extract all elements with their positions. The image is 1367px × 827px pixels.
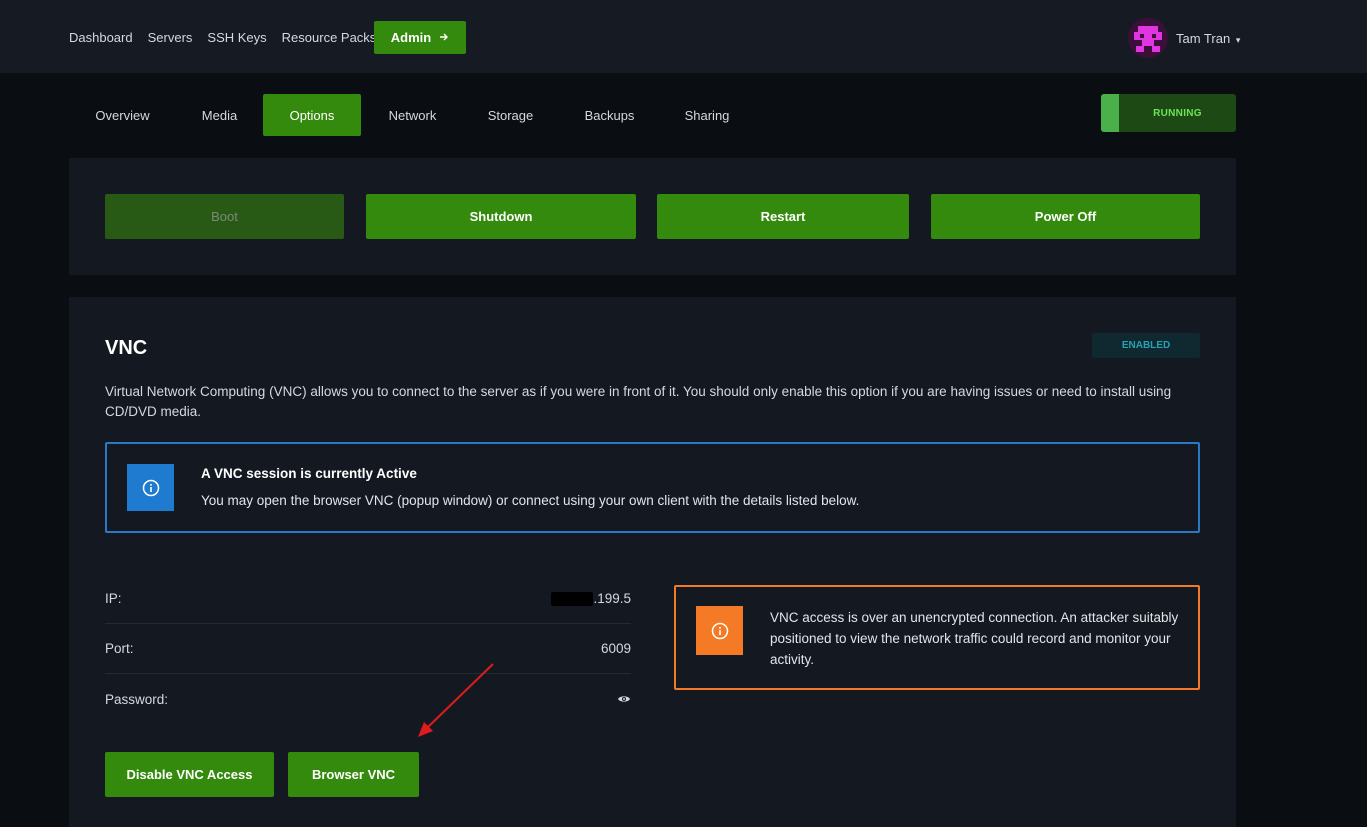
nav-ssh-keys[interactable]: SSH Keys: [207, 30, 266, 45]
vnc-panel: VNC ENABLED Virtual Network Computing (V…: [69, 297, 1236, 827]
port-label: Port:: [105, 641, 134, 656]
arrow-right-icon: [439, 30, 449, 45]
warning-icon: [696, 606, 743, 655]
unencrypted-warning: VNC access is over an unencrypted connec…: [674, 585, 1200, 690]
server-status-indicator: RUNNING: [1101, 94, 1236, 132]
password-label: Password:: [105, 691, 169, 707]
nav-resource-packs[interactable]: Resource Packs: [282, 30, 377, 45]
status-label: RUNNING: [1153, 107, 1202, 119]
port-row: Port: 6009: [105, 624, 631, 674]
caret-down-icon: ▾: [1235, 35, 1241, 45]
alert-text: You may open the browser VNC (popup wind…: [201, 493, 860, 508]
vnc-status-badge: ENABLED: [1092, 333, 1200, 358]
disable-vnc-button[interactable]: Disable VNC Access: [105, 752, 274, 797]
browser-vnc-button[interactable]: Browser VNC: [288, 752, 419, 797]
ip-value-text: .199.5: [593, 590, 631, 606]
tab-media[interactable]: Media: [176, 94, 263, 136]
admin-button[interactable]: Admin: [374, 21, 466, 54]
power-off-button[interactable]: Power Off: [931, 194, 1200, 239]
shutdown-button[interactable]: Shutdown: [366, 194, 636, 239]
tab-sharing[interactable]: Sharing: [662, 94, 752, 136]
status-bar: [1101, 94, 1119, 132]
avatar[interactable]: [1128, 18, 1168, 58]
warning-text: VNC access is over an unencrypted connec…: [770, 610, 1179, 667]
tab-storage[interactable]: Storage: [464, 94, 557, 136]
vnc-description: Virtual Network Computing (VNC) allows y…: [105, 384, 1172, 419]
redaction-block: [551, 592, 594, 607]
main-nav: Dashboard Servers SSH Keys Resource Pack…: [69, 30, 391, 45]
ip-value: .199.5: [551, 590, 631, 607]
password-row: Password:: [105, 674, 631, 724]
avatar-image: [1128, 18, 1168, 58]
admin-label: Admin: [390, 30, 432, 45]
vnc-title: VNC: [105, 337, 148, 359]
restart-button[interactable]: Restart: [657, 194, 909, 239]
info-icon: [127, 464, 174, 511]
ip-row: IP: .199.5: [105, 574, 631, 624]
power-controls-panel: Boot Shutdown Restart Power Off: [69, 158, 1236, 275]
boot-button[interactable]: Boot: [105, 194, 344, 239]
user-name: Tam Tran: [1176, 31, 1231, 46]
user-menu[interactable]: Tam Tran ▾: [1176, 31, 1240, 46]
tab-overview[interactable]: Overview: [69, 94, 176, 136]
top-navbar: Dashboard Servers SSH Keys Resource Pack…: [0, 0, 1367, 73]
nav-dashboard[interactable]: Dashboard: [69, 30, 133, 45]
eye-icon[interactable]: [617, 692, 631, 707]
alert-title: A VNC session is currently Active: [201, 466, 417, 481]
tab-backups[interactable]: Backups: [557, 94, 662, 136]
tab-options[interactable]: Options: [263, 94, 361, 136]
vnc-active-alert: A VNC session is currently Active You ma…: [105, 442, 1200, 533]
tab-network[interactable]: Network: [361, 94, 464, 136]
nav-servers[interactable]: Servers: [148, 30, 193, 45]
ip-label: IP:: [105, 591, 122, 606]
port-value: 6009: [600, 641, 631, 656]
